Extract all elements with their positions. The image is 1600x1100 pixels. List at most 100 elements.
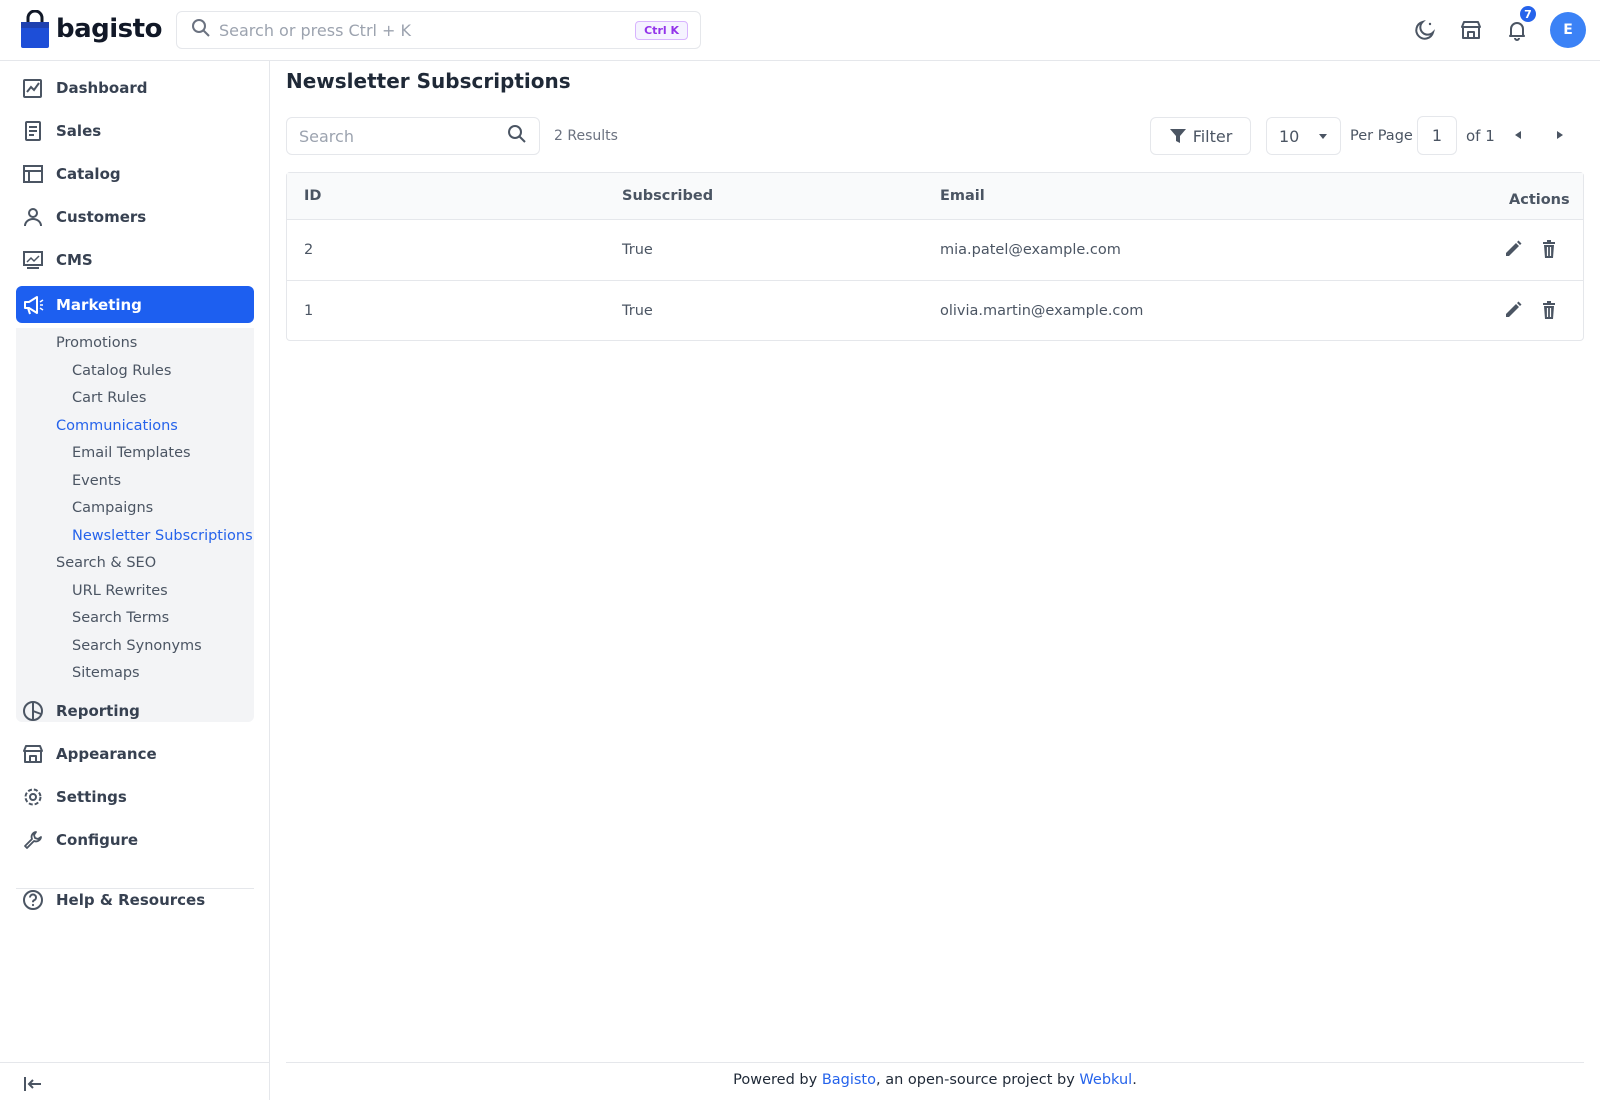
megaphone-icon — [22, 294, 44, 316]
sidebar-bottom-divider — [0, 1062, 270, 1063]
sidebar-item-sales[interactable]: Sales — [16, 112, 254, 149]
previous-page-button[interactable] — [1512, 127, 1524, 146]
notifications-button[interactable]: 7 — [1500, 4, 1538, 50]
submenu-sitemaps[interactable]: Sitemaps — [72, 665, 140, 681]
table-row: 1 True olivia.martin@example.com — [287, 281, 1583, 342]
pencil-icon — [1506, 240, 1522, 256]
edit-button[interactable] — [1501, 237, 1525, 261]
footer-middle: , an open-source project by — [876, 1072, 1080, 1088]
search-icon[interactable] — [507, 124, 527, 148]
reporting-icon — [22, 700, 44, 722]
column-header-id[interactable]: ID — [304, 188, 321, 204]
page-total-label: of 1 — [1466, 127, 1495, 145]
submenu-search-terms[interactable]: Search Terms — [72, 610, 169, 626]
filter-button[interactable]: Filter — [1150, 117, 1251, 155]
submenu-cart-rules[interactable]: Cart Rules — [72, 390, 146, 406]
per-page-select[interactable]: 10 — [1266, 117, 1341, 155]
main-content: Newsletter Subscriptions 2 Results Filte… — [286, 61, 1584, 1100]
trash-icon — [1543, 240, 1555, 258]
shortcut-hint: Ctrl K — [635, 20, 688, 40]
caret-down-icon — [1319, 134, 1327, 139]
webkul-link[interactable]: Webkul — [1079, 1072, 1132, 1088]
per-page-value: 10 — [1279, 126, 1300, 146]
submenu-url-rewrites[interactable]: URL Rewrites — [72, 583, 168, 599]
edit-button[interactable] — [1501, 298, 1525, 322]
bag-logo-icon — [21, 10, 49, 48]
storefront-button[interactable] — [1454, 10, 1488, 50]
table-row: 2 True mia.patel@example.com — [287, 220, 1583, 281]
delete-button[interactable] — [1537, 237, 1561, 261]
filter-icon — [1169, 129, 1186, 143]
sidebar-item-catalog[interactable]: Catalog — [16, 155, 254, 192]
submenu-newsletter-subscriptions[interactable]: Newsletter Subscriptions — [72, 528, 253, 544]
top-bar: bagisto Ctrl K 7 E — [0, 0, 1600, 61]
caret-left-icon — [1515, 131, 1521, 139]
wrench-icon — [22, 829, 44, 851]
dashboard-icon — [22, 77, 44, 99]
submenu-promotions[interactable]: Promotions — [56, 335, 137, 351]
cms-icon — [22, 249, 44, 271]
appearance-icon — [22, 743, 44, 765]
cell-email: mia.patel@example.com — [940, 242, 1121, 258]
footer-suffix: . — [1132, 1072, 1137, 1088]
collapse-sidebar-button[interactable] — [22, 1073, 44, 1099]
cell-subscribed: True — [622, 242, 653, 258]
subscriptions-table: ID Subscribed Email Actions 2 True mia.p… — [286, 172, 1584, 341]
pencil-icon — [1506, 301, 1522, 317]
sidebar-item-cms[interactable]: CMS — [16, 241, 254, 278]
caret-right-icon — [1557, 131, 1563, 139]
store-icon — [1461, 21, 1481, 39]
sidebar-item-marketing[interactable]: Marketing — [16, 286, 254, 323]
footer-prefix: Powered by — [733, 1072, 822, 1088]
sidebar-item-reporting[interactable]: Reporting — [16, 692, 254, 729]
page-number-input[interactable]: 1 — [1417, 116, 1457, 155]
submenu-search-synonyms[interactable]: Search Synonyms — [72, 638, 202, 654]
user-avatar[interactable]: E — [1550, 12, 1586, 48]
moon-icon — [1415, 19, 1436, 40]
cell-id: 2 — [304, 242, 314, 258]
submenu-communications[interactable]: Communications — [56, 418, 178, 434]
submenu-campaigns[interactable]: Campaigns — [72, 500, 153, 516]
sidebar-item-appearance[interactable]: Appearance — [16, 735, 254, 772]
sidebar-item-help[interactable]: Help & Resources — [16, 881, 254, 918]
dark-mode-toggle[interactable] — [1408, 10, 1442, 50]
sidebar-item-settings[interactable]: Settings — [16, 778, 254, 815]
submenu-events[interactable]: Events — [72, 473, 121, 489]
bagisto-link[interactable]: Bagisto — [822, 1072, 876, 1088]
per-page-label: Per Page — [1350, 128, 1413, 144]
notification-count-badge: 7 — [1518, 4, 1538, 24]
column-header-actions: Actions — [1509, 192, 1570, 208]
trash-icon — [1543, 301, 1555, 319]
customers-icon — [22, 206, 44, 228]
global-search[interactable]: Ctrl K — [176, 11, 701, 49]
cell-subscribed: True — [622, 303, 653, 319]
brand-name: bagisto — [56, 14, 162, 44]
results-count: 2 Results — [554, 128, 618, 144]
marketing-submenu: Promotions Catalog Rules Cart Rules Comm… — [16, 328, 254, 722]
sales-icon — [22, 120, 44, 142]
cell-email: olivia.martin@example.com — [940, 303, 1144, 319]
sidebar-item-dashboard[interactable]: Dashboard — [16, 69, 254, 106]
sidebar-item-customers[interactable]: Customers — [16, 198, 254, 235]
next-page-button[interactable] — [1554, 127, 1566, 146]
catalog-icon — [22, 163, 44, 185]
gear-icon — [22, 786, 44, 808]
page-title: Newsletter Subscriptions — [286, 69, 571, 93]
filter-label: Filter — [1192, 126, 1233, 146]
table-search-input[interactable] — [299, 126, 507, 146]
table-search[interactable] — [286, 117, 540, 155]
brand-logo[interactable]: bagisto — [20, 10, 162, 48]
footer-divider — [286, 1062, 1584, 1063]
footer: Powered by Bagisto, an open-source proje… — [286, 1072, 1584, 1088]
submenu-email-templates[interactable]: Email Templates — [72, 445, 191, 461]
submenu-search-seo[interactable]: Search & SEO — [56, 555, 156, 571]
table-header: ID Subscribed Email Actions — [287, 173, 1583, 220]
cell-id: 1 — [304, 303, 314, 319]
delete-button[interactable] — [1537, 298, 1561, 322]
submenu-catalog-rules[interactable]: Catalog Rules — [72, 363, 171, 379]
global-search-input[interactable] — [219, 20, 636, 40]
help-icon — [22, 889, 44, 911]
sidebar-item-configure[interactable]: Configure — [16, 821, 254, 858]
column-header-email[interactable]: Email — [940, 188, 985, 204]
column-header-subscribed[interactable]: Subscribed — [622, 188, 713, 204]
